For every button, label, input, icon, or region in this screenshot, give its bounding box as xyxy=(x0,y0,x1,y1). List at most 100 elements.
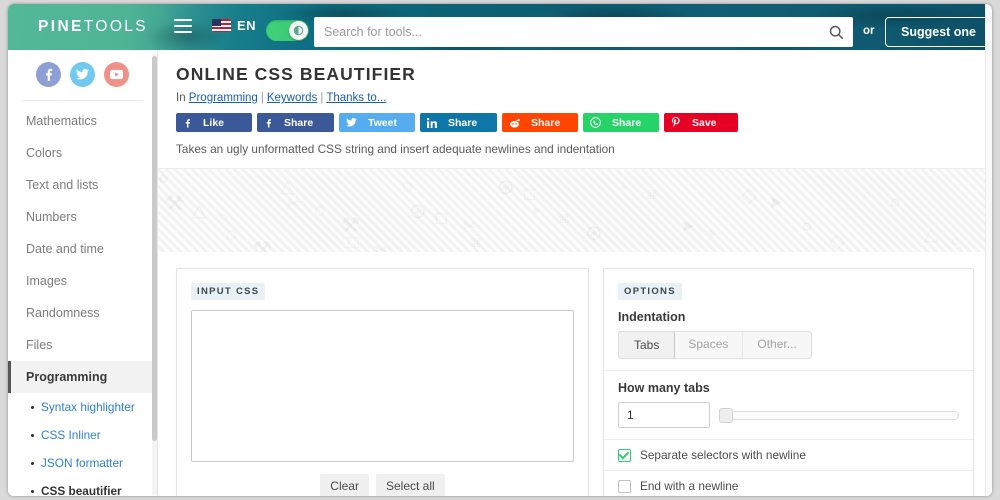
breadcrumb-link-thanks[interactable]: Thanks to... xyxy=(326,92,386,104)
input-actions: Clear Select all xyxy=(191,474,574,496)
sidebar-item-randomness[interactable]: Randomness xyxy=(8,297,157,329)
share-button-twitter-tweet[interactable]: Tweet xyxy=(339,113,415,132)
watermark-icon: □ xyxy=(524,184,535,205)
watermark-icon: ◇ xyxy=(741,183,757,208)
sidebar: Mathematics Colors Text and lists Numbers Da… xyxy=(8,50,158,496)
indentation-option-other[interactable]: Other... xyxy=(743,332,810,358)
bullet-icon xyxy=(31,461,34,465)
search-input[interactable] xyxy=(314,17,819,47)
watermark-icon: ➤ xyxy=(768,192,783,213)
watermark-icon: ⊛ xyxy=(497,175,515,200)
youtube-icon[interactable] xyxy=(104,62,129,87)
options-checkbox-list: Separate selectors with newline End with … xyxy=(604,439,973,496)
watermark-icon: ⚒ xyxy=(165,191,184,216)
decorative-banner: ⚙○△⚒⬡✂□⊛⌘⌖➤◇⚙○△⚒⬡✂□⊛⌘⌖➤◇⚙○△⚒⬡✂□⊛⌘⌖ xyxy=(158,168,992,252)
bullet-icon xyxy=(31,405,34,409)
watermark-icon: ⊛ xyxy=(409,199,427,224)
share-button-whatsapp-share[interactable]: Share xyxy=(583,113,659,132)
twitter-icon[interactable] xyxy=(70,62,95,87)
sidebar-item-programming[interactable]: Programming xyxy=(8,361,157,393)
theme-toggle-knob xyxy=(289,21,308,40)
select-all-button[interactable]: Select all xyxy=(375,474,445,496)
share-buttons: Like Share Tweet Share Share Share Save xyxy=(176,113,974,132)
clear-button[interactable]: Clear xyxy=(320,474,369,496)
checkbox-icon[interactable] xyxy=(618,448,631,462)
option-row-0[interactable]: Separate selectors with newline xyxy=(604,439,973,470)
watermark-icon: ⌘ xyxy=(646,188,658,202)
share-button-label: Tweet xyxy=(368,116,397,129)
watermark-icon: □ xyxy=(436,208,447,229)
breadcrumb-link-keywords[interactable]: Keywords xyxy=(267,92,318,104)
slider-thumb[interactable] xyxy=(719,408,733,423)
sidebar-item-images[interactable]: Images xyxy=(8,265,157,297)
facebook-icon[interactable] xyxy=(36,62,61,87)
page-title: ONLINE CSS BEAUTIFIER xyxy=(176,64,416,84)
suggest-one-button[interactable]: Suggest one xyxy=(885,17,992,47)
share-button-facebook-share[interactable]: Share xyxy=(257,113,334,132)
tool-link-label: Syntax highlighter xyxy=(41,400,135,414)
watermark-icon: △ xyxy=(280,176,294,197)
logo-text-light: TOOLS xyxy=(83,18,149,35)
facebook-icon xyxy=(183,118,192,128)
share-button-linkedin-share[interactable]: Share xyxy=(420,113,497,132)
watermark-icon: ◇ xyxy=(829,229,845,252)
category-list: Mathematics Colors Text and lists Numbers Da… xyxy=(8,105,157,393)
sidebar-item-text-and-lists[interactable]: Text and lists xyxy=(8,169,157,201)
hamburger-icon[interactable] xyxy=(174,19,192,35)
sidebar-item-mathematics[interactable]: Mathematics xyxy=(8,105,157,137)
indentation-option-tabs[interactable]: Tabs xyxy=(618,332,676,358)
share-button-facebook-like[interactable]: Like xyxy=(176,113,252,132)
sidebar-item-date-and-time[interactable]: Date and time xyxy=(8,233,157,265)
sidebar-divider xyxy=(22,100,143,101)
checkbox-icon[interactable] xyxy=(618,479,631,493)
tool-link-syntax-highlighter[interactable]: Syntax highlighter xyxy=(8,393,157,421)
us-flag-icon xyxy=(212,19,231,32)
tool-panels: INPUT CSS Clear Select all OPTIONS Inden… xyxy=(158,252,992,496)
site-logo[interactable]: PINE TOOLS xyxy=(38,4,148,50)
watermark-icon: ⌖ xyxy=(619,179,627,196)
watermark-icon: ⚙ xyxy=(158,172,169,186)
language-code: EN xyxy=(237,18,256,33)
page-scrollbar[interactable] xyxy=(985,4,992,496)
watermark-icon: ⚙ xyxy=(890,196,901,210)
watermark-icon: ⊛ xyxy=(585,221,603,246)
watermark-icon: ➤ xyxy=(680,216,695,237)
watermark-icon: △ xyxy=(192,200,206,221)
tool-link-json-formatter[interactable]: JSON formatter xyxy=(8,449,157,477)
main-content: ONLINE CSS BEAUTIFIER In Programming | Key… xyxy=(158,50,992,496)
breadcrumb-prefix: In xyxy=(176,92,186,104)
watermark-icon: ⬡ xyxy=(314,204,324,218)
theme-toggle-icon xyxy=(293,25,304,36)
tool-link-css-beautifier[interactable]: CSS beautifier xyxy=(8,477,157,496)
sidebar-item-numbers[interactable]: Numbers xyxy=(8,201,157,233)
tabs-count-slider[interactable] xyxy=(719,408,959,423)
share-button-label: Share xyxy=(284,116,314,129)
tabs-count-input[interactable] xyxy=(618,402,710,428)
tool-link-css-inliner[interactable]: CSS Inliner xyxy=(8,421,157,449)
watermark-icon: ✂ xyxy=(287,195,300,213)
breadcrumb: In Programming | Keywords | Thanks to... xyxy=(176,92,387,104)
tabs-count-row xyxy=(604,402,973,428)
whatsapp-icon xyxy=(590,117,601,128)
watermark-icon: ○ xyxy=(951,233,960,250)
bullet-icon xyxy=(31,433,34,437)
theme-toggle-switch[interactable] xyxy=(266,20,309,41)
watermark-icon: ○ xyxy=(863,187,872,204)
share-button-pinterest-save[interactable]: Save xyxy=(664,113,738,132)
sidebar-item-files[interactable]: Files xyxy=(8,329,157,361)
css-input-textarea[interactable] xyxy=(191,310,574,462)
option-row-1[interactable]: End with a newline xyxy=(604,470,973,496)
linkedin-icon xyxy=(427,117,437,128)
twitter-icon xyxy=(346,118,357,127)
browser-viewport: PINE TOOLS EN Search for tools... or Sug… xyxy=(8,4,992,496)
language-selector[interactable]: EN xyxy=(212,18,256,33)
input-card-tag: INPUT CSS xyxy=(191,283,266,300)
share-button-reddit-share[interactable]: Share xyxy=(502,113,578,132)
tool-link-label: JSON formatter xyxy=(41,456,123,470)
search-icon[interactable] xyxy=(819,17,853,47)
sidebar-scrollbar-thumb[interactable] xyxy=(152,56,157,441)
option-label: Separate selectors with newline xyxy=(640,448,806,462)
breadcrumb-link-programming[interactable]: Programming xyxy=(189,92,258,104)
indentation-option-spaces[interactable]: Spaces xyxy=(674,332,744,358)
sidebar-item-colors[interactable]: Colors xyxy=(8,137,157,169)
